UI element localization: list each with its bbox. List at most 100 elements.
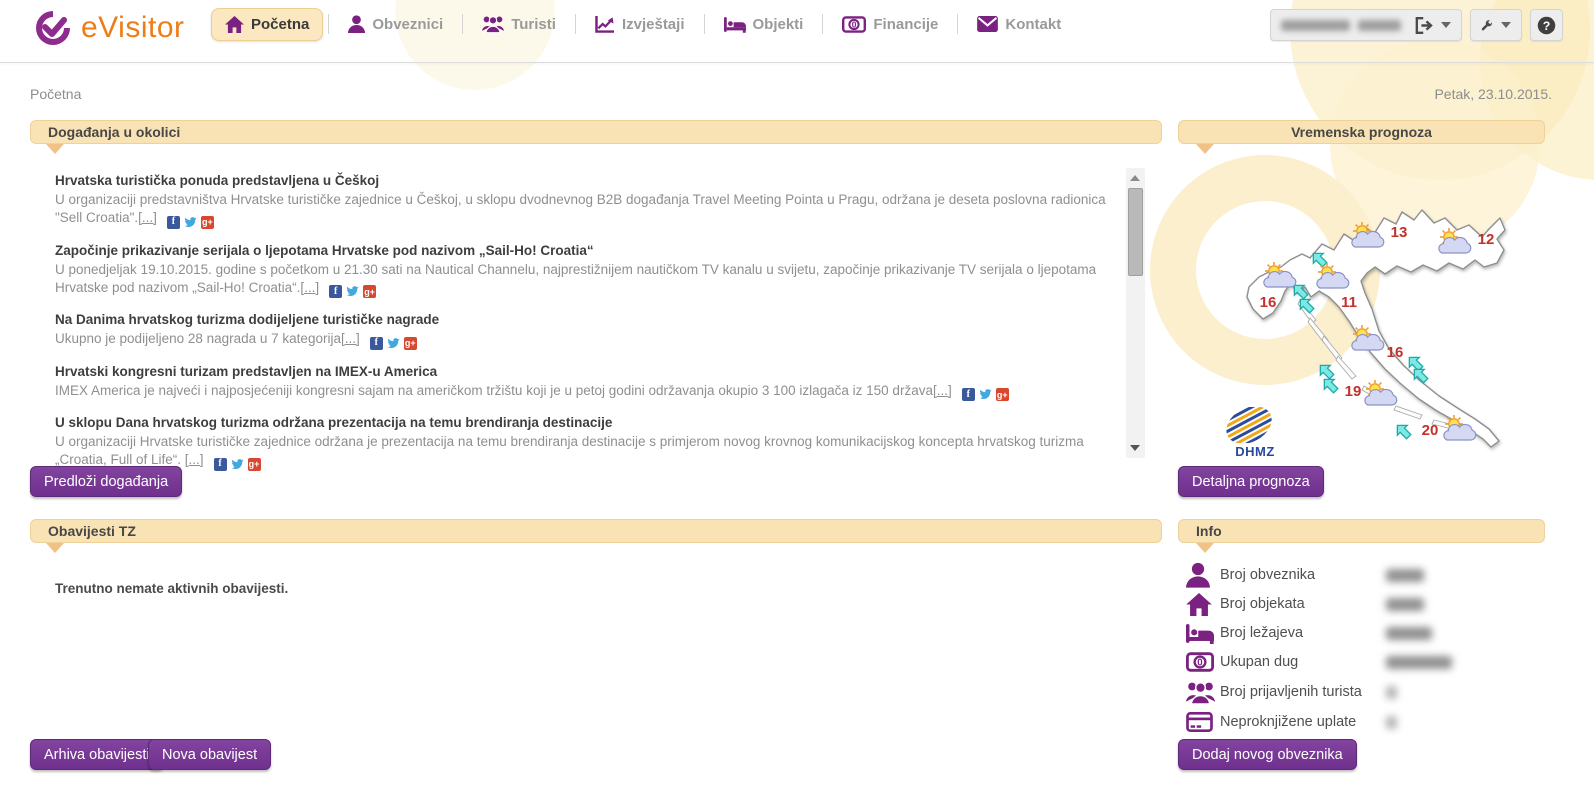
- facebook-icon[interactable]: f: [962, 388, 975, 401]
- weather-panel-header: Vremenska prognoza: [1178, 120, 1545, 144]
- share-icons: f g+: [962, 388, 1009, 401]
- logo-wordmark: eVisitor: [81, 11, 185, 45]
- twitter-icon[interactable]: [979, 388, 992, 401]
- nav-separator: [957, 14, 958, 34]
- nav-item-pocetna[interactable]: Početna: [211, 8, 323, 41]
- blurred-value: [1386, 627, 1432, 640]
- chart-icon: [595, 15, 615, 33]
- share-icons: f g+: [214, 458, 261, 471]
- facebook-icon[interactable]: f: [370, 337, 383, 350]
- envelope-icon: [977, 16, 998, 32]
- current-date: Petak, 23.10.2015.: [1434, 86, 1552, 102]
- svg-text:19: 19: [1345, 383, 1362, 400]
- svg-text:16: 16: [1260, 294, 1277, 311]
- news-body: IMEX America je najveći i najposjećeniji…: [55, 382, 1123, 402]
- twitter-icon[interactable]: [387, 337, 400, 350]
- read-more-link[interactable]: [...]: [933, 383, 952, 398]
- card-icon: [1186, 712, 1213, 732]
- info-panel-header: Info: [1178, 519, 1545, 543]
- news-body: U organizaciji predstavništva Hrvatske t…: [55, 191, 1123, 229]
- nav-item-obveznici[interactable]: Obveznici: [334, 7, 457, 41]
- twitter-icon[interactable]: [346, 285, 359, 298]
- facebook-icon[interactable]: f: [214, 458, 227, 471]
- dhmz-logo: DHMZ: [1222, 407, 1288, 459]
- nav-item-kontakt[interactable]: Kontakt: [963, 8, 1075, 41]
- read-more-link[interactable]: [...]: [138, 210, 157, 225]
- googleplus-icon[interactable]: g+: [248, 458, 261, 471]
- read-more-link[interactable]: [...]: [341, 331, 360, 346]
- nav-item-objekti[interactable]: Objekti: [710, 8, 818, 41]
- scrollbar-thumb[interactable]: [1128, 188, 1143, 276]
- person-icon: [1186, 562, 1210, 588]
- banknote-icon: 0: [842, 16, 866, 33]
- svg-text:16: 16: [1387, 344, 1404, 361]
- scroll-up-arrow[interactable]: [1130, 175, 1140, 181]
- read-more-link[interactable]: [...]: [185, 452, 204, 467]
- news-item: Na Danima hrvatskog turizma dodijeljene …: [55, 311, 1123, 350]
- nav-item-izvjestaji[interactable]: Izvještaji: [581, 7, 699, 41]
- twitter-icon[interactable]: [184, 216, 197, 229]
- evisitor-logo-icon: [33, 8, 73, 48]
- share-icons: f g+: [167, 216, 214, 229]
- new-notice-button[interactable]: Nova obavijest: [148, 739, 271, 770]
- nav-item-turisti[interactable]: Turisti: [468, 7, 570, 41]
- svg-text:11: 11: [1341, 294, 1357, 311]
- news-item: Započinje prikazivanje serijala o ljepot…: [55, 242, 1123, 299]
- twitter-icon[interactable]: [231, 458, 244, 471]
- notices-panel-pointer: [46, 543, 64, 553]
- nav-separator: [462, 14, 463, 34]
- news-title: U sklopu Dana hrvatskog turizma održana …: [55, 414, 1123, 432]
- people-icon: [1186, 681, 1215, 704]
- news-title: Hrvatska turistička ponuda predstavljena…: [55, 172, 1123, 190]
- wrench-icon: [1481, 17, 1493, 34]
- googleplus-icon[interactable]: g+: [201, 216, 214, 229]
- events-panel-header: Događanja u okolici: [30, 120, 1162, 144]
- notices-archive-button[interactable]: Arhiva obavijesti: [30, 739, 164, 770]
- home-icon: [225, 16, 244, 33]
- info-panel-pointer: [1196, 543, 1214, 553]
- help-button[interactable]: ?: [1530, 9, 1563, 41]
- blurred-username: [1281, 20, 1350, 31]
- news-title: Hrvatski kongresni turizam predstavljen …: [55, 363, 1123, 381]
- bed-icon: [1186, 623, 1214, 644]
- news-title: Započinje prikazivanje serijala o ljepot…: [55, 242, 1123, 260]
- googleplus-icon[interactable]: g+: [996, 388, 1009, 401]
- dhmz-label: DHMZ: [1222, 444, 1288, 459]
- suggest-events-button[interactable]: Predloži događanja: [30, 466, 182, 497]
- nav-item-financije[interactable]: 0 Financije: [828, 8, 952, 41]
- main-nav: Početna Obveznici Turisti: [211, 7, 1075, 41]
- caret-down-icon: [1441, 22, 1451, 28]
- events-scrollbar[interactable]: [1126, 168, 1145, 458]
- news-item: Hrvatski kongresni turizam predstavljen …: [55, 363, 1123, 402]
- banknote-icon: 0: [1186, 652, 1214, 672]
- nav-separator: [575, 14, 576, 34]
- info-row-broj-prijavljenih-turista: Broj prijavljenih turista: [1186, 678, 1397, 706]
- person-icon: [348, 15, 365, 33]
- blurred-username: [1358, 20, 1400, 31]
- svg-text:20: 20: [1422, 422, 1439, 439]
- info-row-broj-lezajeva: Broj ležajeva: [1186, 619, 1432, 647]
- user-menu-button[interactable]: [1270, 9, 1462, 41]
- detailed-forecast-button[interactable]: Detaljna prognoza: [1178, 466, 1324, 497]
- blurred-value: [1386, 598, 1424, 611]
- evisitor-home-page: eVisitor Početna Obveznici: [0, 0, 1594, 798]
- read-more-link[interactable]: [...]: [300, 280, 319, 295]
- nav-separator: [822, 14, 823, 34]
- blurred-value: [1386, 569, 1424, 582]
- facebook-icon[interactable]: f: [329, 285, 342, 298]
- logout-icon: [1415, 17, 1433, 34]
- weather-panel-pointer: [1196, 144, 1214, 154]
- caret-down-icon: [1501, 22, 1511, 28]
- events-panel-pointer: [46, 144, 64, 154]
- blurred-value: [1386, 716, 1397, 729]
- facebook-icon[interactable]: f: [167, 216, 180, 229]
- news-body: U ponedjeljak 19.10.2015. godine s počet…: [55, 261, 1123, 299]
- tools-menu-button[interactable]: [1470, 9, 1522, 41]
- svg-text:0: 0: [1197, 657, 1202, 668]
- googleplus-icon[interactable]: g+: [404, 337, 417, 350]
- svg-text:13: 13: [1391, 224, 1408, 241]
- scroll-down-arrow[interactable]: [1130, 445, 1140, 451]
- googleplus-icon[interactable]: g+: [363, 285, 376, 298]
- breadcrumb: Početna: [30, 86, 81, 102]
- add-obveznik-button[interactable]: Dodaj novog obveznika: [1178, 739, 1357, 770]
